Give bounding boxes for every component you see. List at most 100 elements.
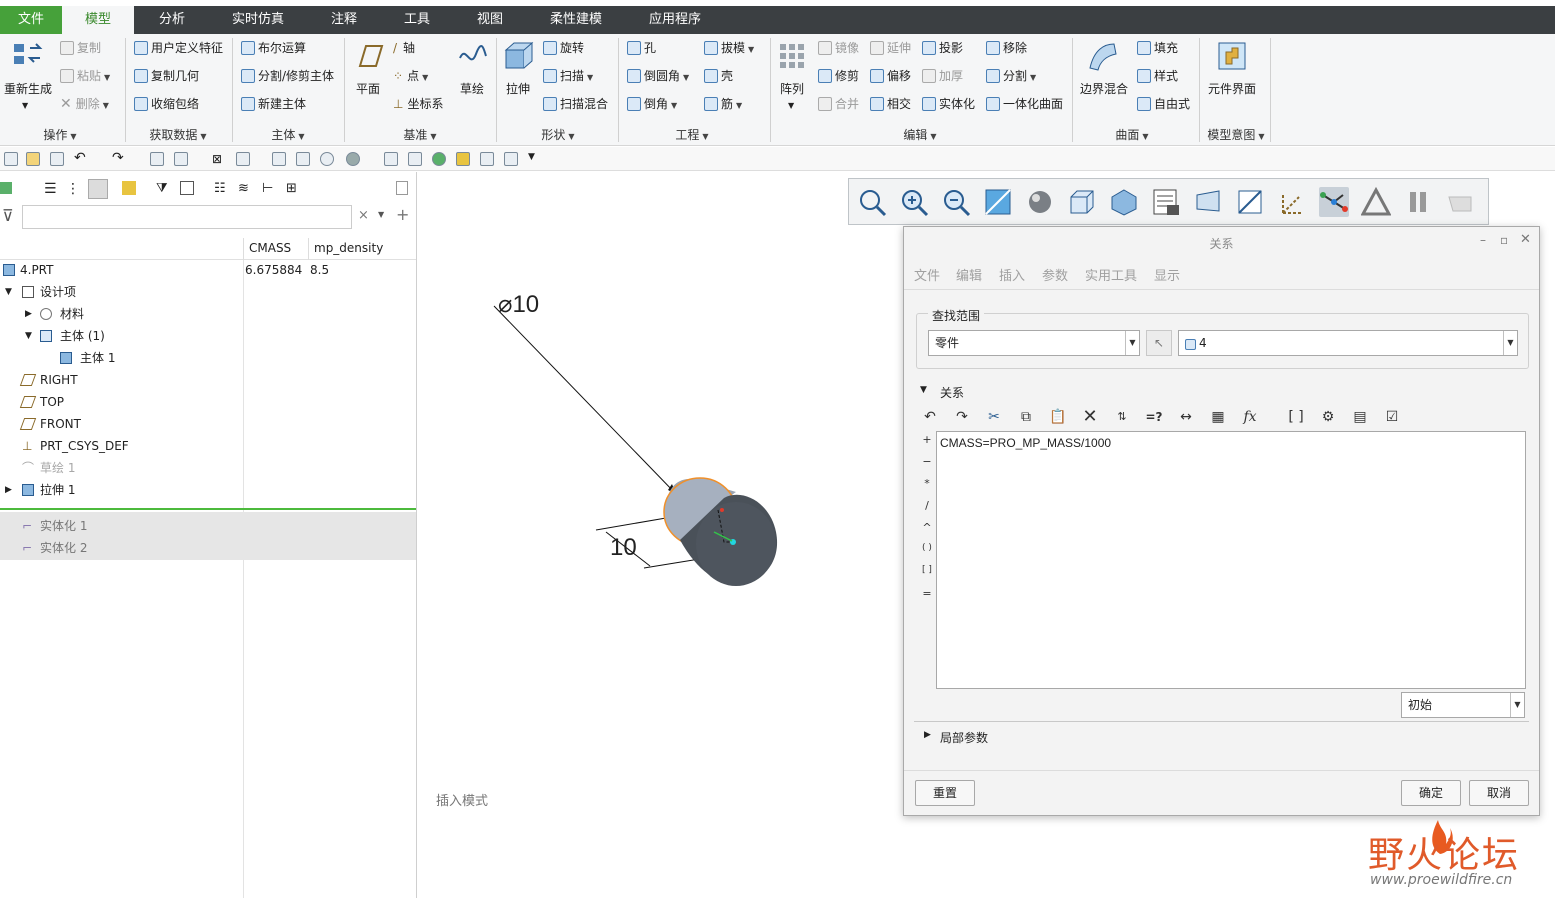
tree-item-top[interactable]: TOP bbox=[0, 391, 416, 413]
boundary-blend-button[interactable]: 边界混合 bbox=[1080, 79, 1128, 99]
group-label-get-data[interactable]: 获取数据 ▼ bbox=[146, 126, 210, 143]
group-label-body[interactable]: 主体 ▼ bbox=[268, 126, 308, 143]
copy-button[interactable]: 复制 bbox=[60, 38, 101, 58]
trim-button[interactable]: 修剪 bbox=[818, 66, 859, 86]
udf-button[interactable]: 用户定义特征 bbox=[134, 38, 223, 58]
perspective-icon[interactable] bbox=[1193, 187, 1223, 217]
add-icon[interactable]: + bbox=[396, 205, 409, 224]
scope-value-select[interactable]: 4 ▼ bbox=[1178, 330, 1518, 356]
column-cmass[interactable]: CMASS bbox=[249, 241, 291, 255]
intersect-button[interactable]: 相交 bbox=[870, 94, 911, 114]
solidify-button[interactable]: 实体化 bbox=[922, 94, 975, 114]
revolve-button[interactable]: 旋转 bbox=[543, 38, 584, 58]
plane-button[interactable]: 平面 bbox=[356, 79, 380, 99]
tree-item-solidify-2[interactable]: ⌐ 实体化 2 bbox=[0, 537, 416, 559]
tab-model[interactable]: 模型 bbox=[62, 6, 134, 34]
tree-item-csys[interactable]: ⊥ PRT_CSYS_DEF bbox=[0, 435, 416, 457]
chevron-right-icon[interactable]: ▶ bbox=[25, 303, 32, 325]
group-label-shape[interactable]: 形状 ▼ bbox=[538, 126, 578, 143]
verify-icon[interactable]: ☑ bbox=[1382, 407, 1402, 427]
draft-button[interactable]: 拔模 ▼ bbox=[704, 38, 754, 58]
tree-columns-icon[interactable] bbox=[88, 179, 108, 199]
zoom-out-icon[interactable] bbox=[941, 187, 971, 217]
tree-item-material[interactable]: ▶ 材料 bbox=[0, 303, 416, 325]
spin-center-icon[interactable] bbox=[1445, 187, 1475, 217]
minimize-icon[interactable]: – bbox=[1480, 233, 1486, 247]
render-icon[interactable] bbox=[480, 152, 494, 166]
diameter-dimension[interactable]: ⌀10 bbox=[498, 290, 539, 319]
tree-item-right[interactable]: RIGHT bbox=[0, 369, 416, 391]
appearance-icon[interactable] bbox=[320, 152, 334, 166]
csys-button[interactable]: ⊥ 坐标系 bbox=[393, 94, 443, 114]
chevron-down-icon[interactable]: ▼ bbox=[378, 210, 384, 219]
tree-item-front[interactable]: FRONT bbox=[0, 413, 416, 435]
triangle-icon[interactable] bbox=[456, 152, 470, 166]
settings-tree-icon[interactable] bbox=[180, 181, 194, 195]
ok-button[interactable]: 确定 bbox=[1401, 780, 1461, 806]
new-body-button[interactable]: 新建主体 bbox=[241, 94, 306, 114]
group-label-operations[interactable]: 操作 ▼ bbox=[40, 126, 80, 143]
save-icon[interactable] bbox=[50, 152, 64, 166]
close-icon[interactable]: ✕ bbox=[1520, 232, 1531, 247]
delete-icon[interactable]: ✕ bbox=[1080, 407, 1100, 427]
tab-applications[interactable]: 应用程序 bbox=[634, 6, 716, 34]
freestyle-button[interactable]: 自由式 bbox=[1137, 94, 1190, 114]
regenerate-small-icon[interactable] bbox=[150, 152, 164, 166]
axis-button[interactable]: / 轴 bbox=[393, 38, 415, 58]
offset-button[interactable]: 偏移 bbox=[870, 66, 911, 86]
tree-root[interactable]: 4.PRT 6.675884 8.5 bbox=[0, 259, 416, 281]
datum-display-icon[interactable] bbox=[1277, 187, 1307, 217]
select-icon[interactable] bbox=[296, 152, 310, 166]
dimension-icon[interactable]: ↔ bbox=[1176, 407, 1196, 427]
chevron-down-icon[interactable]: ▼ bbox=[920, 385, 927, 395]
close-window-icon[interactable]: ⊠ bbox=[212, 152, 226, 166]
parameter-icon[interactable]: ⚙ bbox=[1318, 407, 1338, 427]
redo-icon[interactable]: ↷ bbox=[952, 407, 972, 427]
hierarchy-icon[interactable]: ⊞ bbox=[286, 181, 297, 196]
style-button[interactable]: 样式 bbox=[1137, 66, 1178, 86]
windows-icon[interactable] bbox=[174, 152, 188, 166]
annotation-display-icon[interactable] bbox=[1319, 187, 1349, 217]
expand-icon[interactable]: ☷ bbox=[214, 181, 226, 196]
copy-geometry-button[interactable]: 复制几何 bbox=[134, 66, 199, 86]
tree-item-design-items[interactable]: ▼ 设计项 bbox=[0, 281, 416, 303]
sketch-icon[interactable] bbox=[456, 40, 488, 72]
shell-button[interactable]: 壳 bbox=[704, 66, 733, 86]
chevron-down-icon[interactable]: ▼ bbox=[788, 96, 794, 116]
split-trim-body-button[interactable]: 分割/修剪主体 bbox=[241, 66, 334, 86]
group-label-surfaces[interactable]: 曲面 ▼ bbox=[1112, 126, 1152, 143]
cancel-button[interactable]: 取消 bbox=[1469, 780, 1529, 806]
tab-annotate[interactable]: 注释 bbox=[316, 6, 372, 34]
op-multiply[interactable]: * bbox=[922, 477, 932, 490]
chevron-down-icon[interactable]: ▼ bbox=[22, 96, 28, 116]
length-dimension[interactable]: 10 bbox=[610, 534, 637, 562]
copy-icon[interactable]: ⧉ bbox=[1016, 407, 1036, 427]
view-manager-icon[interactable] bbox=[1151, 187, 1181, 217]
chevron-right-icon[interactable]: ▶ bbox=[924, 730, 931, 740]
units-icon[interactable]: ▦ bbox=[1208, 407, 1228, 427]
component-interface-button[interactable]: 元件界面 bbox=[1208, 79, 1256, 99]
chevron-down-icon[interactable]: ▼ bbox=[25, 325, 32, 347]
swept-blend-button[interactable]: 扫描混合 bbox=[543, 94, 608, 114]
project-button[interactable]: 投影 bbox=[922, 38, 963, 58]
op-power[interactable]: ^ bbox=[922, 521, 932, 534]
filter-icon[interactable]: ⊽ bbox=[2, 206, 14, 225]
chevron-right-icon[interactable]: ▶ bbox=[5, 479, 12, 501]
model-tree-tab-icon[interactable] bbox=[0, 182, 12, 194]
delete-button[interactable]: ✕ 删除 ▼ bbox=[60, 94, 109, 114]
paste-button[interactable]: 粘贴 ▼ bbox=[60, 66, 110, 86]
sort-icon[interactable]: ⇅ bbox=[1112, 407, 1132, 427]
function-icon[interactable]: fx bbox=[1240, 407, 1260, 427]
redo-icon[interactable]: ↷ bbox=[112, 151, 126, 166]
clear-icon[interactable]: × bbox=[358, 208, 369, 223]
evaluate-icon[interactable]: =? bbox=[1144, 407, 1164, 427]
relations-editor[interactable]: CMASS=PRO_MP_MASS/1000 bbox=[936, 431, 1526, 689]
tree-outline-icon[interactable]: ⋮ bbox=[66, 181, 80, 197]
extrude-button[interactable]: 拉伸 bbox=[506, 79, 530, 99]
remove-button[interactable]: 移除 bbox=[986, 38, 1027, 58]
sketch-button[interactable]: 草绘 bbox=[460, 79, 484, 99]
filter-tree-icon[interactable]: ⧩ bbox=[156, 181, 168, 196]
point-button[interactable]: ⁘ 点 ▼ bbox=[393, 66, 428, 86]
tree-item-solidify-1[interactable]: ⌐ 实体化 1 bbox=[0, 515, 416, 537]
chevron-down-icon[interactable]: ▼ bbox=[528, 152, 542, 166]
